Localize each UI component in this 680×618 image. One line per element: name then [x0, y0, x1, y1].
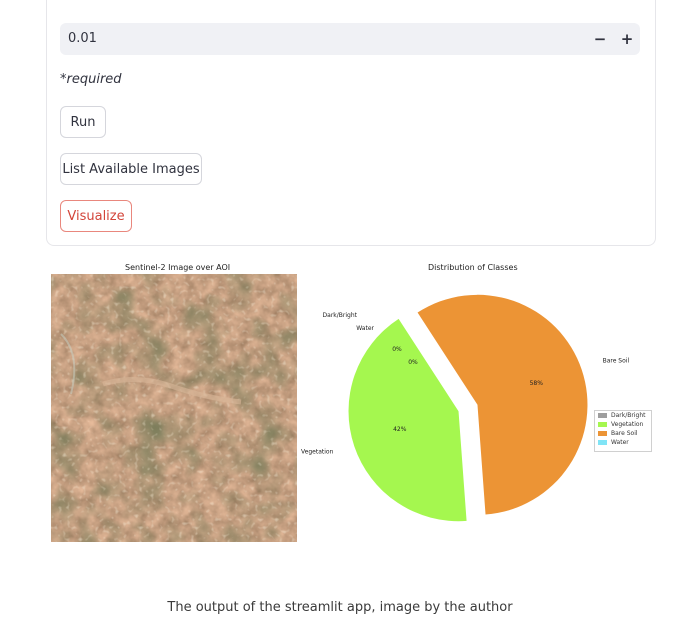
- pie-outer-label: Water: [356, 325, 374, 332]
- pie-pct-label: 42%: [393, 426, 407, 433]
- legend-swatch: [598, 413, 607, 418]
- pie-pct-label: 0%: [392, 346, 402, 353]
- pie-outer-label: Vegetation: [301, 448, 334, 455]
- chart-title: Distribution of Classes: [428, 263, 518, 272]
- chart-legend: Dark/Bright Vegetation Bare Soil Water: [594, 410, 652, 452]
- legend-entry: Dark/Bright: [595, 411, 651, 420]
- figure-caption: The output of the streamlit app, image b…: [167, 600, 513, 615]
- required-note: *required: [60, 72, 122, 87]
- image-title: Sentinel-2 Image over AOI: [125, 263, 231, 272]
- increment-button[interactable]: +: [615, 27, 639, 51]
- legend-label: Water: [611, 439, 629, 446]
- decrement-button[interactable]: −: [588, 27, 612, 51]
- legend-swatch: [598, 440, 607, 445]
- legend-entry: Water: [595, 438, 651, 447]
- pie-outer-label: Dark/Bright: [323, 312, 358, 319]
- list-images-button[interactable]: List Available Images: [60, 153, 202, 185]
- pie-pct-label: 0%: [408, 359, 418, 366]
- legend-swatch: [598, 422, 607, 427]
- satellite-image: [51, 274, 297, 542]
- threshold-number-input[interactable]: 0.01 − +: [60, 23, 640, 55]
- visualize-button[interactable]: Visualize: [60, 200, 132, 232]
- legend-label: Vegetation: [611, 421, 644, 428]
- legend-label: Bare Soil: [611, 430, 638, 437]
- legend-swatch: [598, 431, 607, 436]
- legend-label: Dark/Bright: [611, 412, 646, 419]
- run-button[interactable]: Run: [60, 106, 106, 138]
- legend-entry: Bare Soil: [595, 429, 651, 438]
- pie-outer-label: Bare Soil: [603, 358, 630, 365]
- threshold-value[interactable]: 0.01: [68, 31, 97, 46]
- pie-pct-label: 58%: [530, 380, 544, 387]
- legend-entry: Vegetation: [595, 420, 651, 429]
